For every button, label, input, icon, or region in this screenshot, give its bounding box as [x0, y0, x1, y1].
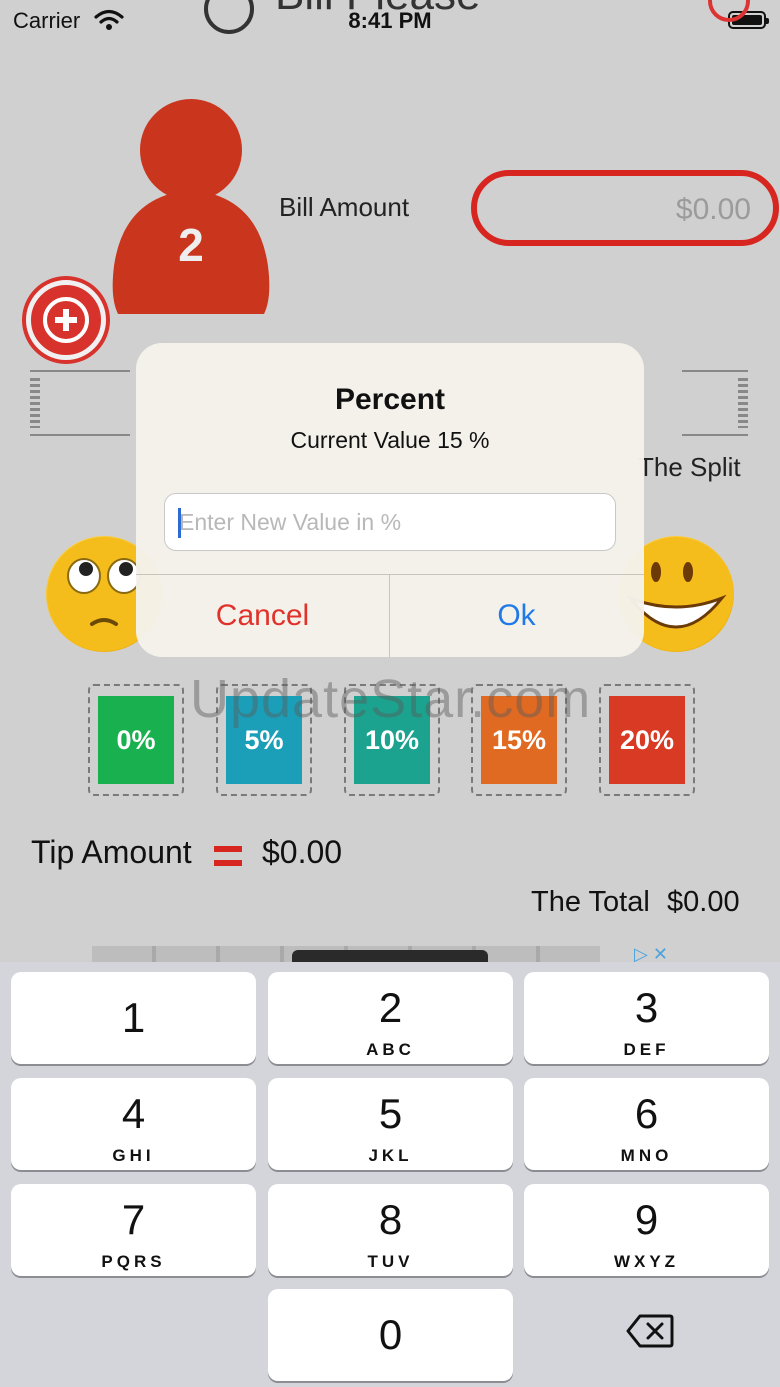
key-digit: 6 — [634, 1090, 659, 1137]
watermark: UpdateStar.com — [190, 669, 592, 729]
plus-icon — [43, 297, 89, 343]
tip-button-0[interactable]: 0% — [88, 684, 184, 796]
key-letters: TUV — [367, 1252, 414, 1271]
ok-button[interactable]: Ok — [390, 574, 643, 657]
key-digit: 9 — [634, 1196, 659, 1243]
alert-title: Percent — [334, 383, 446, 416]
key-4[interactable]: 4 GHI — [11, 1078, 256, 1170]
percent-input[interactable] — [164, 493, 616, 551]
key-letters: WXYZ — [613, 1252, 680, 1271]
key-digit: 0 — [378, 1311, 403, 1358]
ad-bar — [292, 950, 488, 962]
add-person-button[interactable] — [26, 280, 106, 360]
key-6[interactable]: 6 MNO — [524, 1078, 769, 1170]
key-8[interactable]: 8 TUV — [268, 1184, 513, 1276]
tip-button-20[interactable]: 20% — [599, 684, 695, 796]
key-letters: GHI — [112, 1146, 155, 1165]
key-digit: 8 — [378, 1196, 403, 1243]
bill-amount-label: Bill Amount — [279, 192, 410, 222]
key-digit: 2 — [378, 984, 403, 1031]
tip-label: 0% — [98, 696, 174, 784]
receipt-icon — [682, 370, 748, 436]
total-value: $0.00 — [667, 886, 740, 918]
total-label: The Total — [531, 886, 650, 918]
key-digit: 4 — [121, 1090, 146, 1137]
equals-icon — [214, 846, 242, 866]
key-0[interactable]: 0 — [268, 1289, 513, 1381]
key-letters: ABC — [366, 1040, 415, 1059]
person-count: 2 — [178, 219, 204, 271]
key-7[interactable]: 7 PQRS — [11, 1184, 256, 1276]
key-letters: MNO — [620, 1146, 673, 1165]
key-digit: 7 — [121, 1196, 146, 1243]
key-digit: 3 — [634, 984, 659, 1031]
percent-alert-dialog: Percent Current Value 15 % Cancel Ok — [136, 343, 644, 657]
key-1[interactable]: 1 — [11, 972, 256, 1064]
key-letters: PQRS — [101, 1252, 166, 1271]
person-icon[interactable] — [110, 98, 272, 314]
key-letters: JKL — [368, 1146, 413, 1165]
key-digit: 5 — [378, 1090, 403, 1137]
key-5[interactable]: 5 JKL — [268, 1078, 513, 1170]
tip-amount-value: $0.00 — [262, 834, 343, 870]
tip-label: 20% — [609, 696, 685, 784]
text-caret — [178, 508, 181, 538]
key-2[interactable]: 2 ABC — [268, 972, 513, 1064]
key-digit: 1 — [121, 994, 146, 1041]
key-9[interactable]: 9 WXYZ — [524, 1184, 769, 1276]
bill-amount-field[interactable]: $0.00 — [471, 170, 779, 246]
split-label: The Split — [638, 452, 741, 482]
key-3[interactable]: 3 DEF — [524, 972, 769, 1064]
key-letters: DEF — [623, 1040, 670, 1059]
bill-amount-value: $0.00 — [675, 193, 751, 226]
tip-amount-label: Tip Amount — [31, 834, 192, 870]
alert-message: Current Value 15 % — [290, 427, 490, 453]
receipt-icon — [30, 370, 130, 436]
app-title: Bill Please — [275, 0, 480, 20]
backspace-icon[interactable] — [626, 1313, 674, 1349]
cancel-button[interactable]: Cancel — [136, 574, 389, 657]
